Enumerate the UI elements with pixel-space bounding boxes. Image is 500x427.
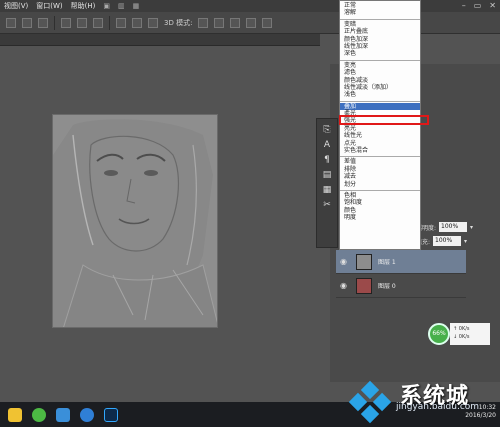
character-icon[interactable]: A (324, 140, 330, 150)
adjust-icon[interactable]: ✂ (323, 200, 331, 210)
file-explorer-icon[interactable] (8, 407, 22, 422)
menu-help[interactable]: 帮助(H) (71, 1, 96, 11)
menu-window[interactable]: 窗口(W) (36, 1, 62, 11)
blend-item[interactable]: 深色 (344, 50, 420, 57)
distribute-top-icon[interactable] (61, 17, 71, 28)
maximize-icon[interactable]: ▭ (474, 1, 482, 10)
minimize-icon[interactable]: – (462, 1, 466, 10)
blend-item[interactable]: 减去 (344, 173, 420, 180)
windows-logo-watermark (348, 380, 392, 424)
layer-name: 图层 0 (378, 283, 396, 290)
3d-scale-icon[interactable] (262, 17, 273, 28)
properties-icon[interactable]: ▦ (323, 185, 332, 195)
media-player-icon[interactable] (80, 407, 94, 422)
blend-item[interactable]: 饱和度 (344, 199, 420, 206)
distribute-bottom-icon[interactable] (93, 17, 103, 28)
blend-item[interactable]: 点光 (344, 140, 420, 147)
fill-row: 填充: 100% ▾ (416, 236, 467, 246)
blend-item[interactable]: 划分 (344, 181, 420, 188)
3d-pan-icon[interactable] (230, 17, 241, 28)
tool-presets-icon[interactable]: ▤ (323, 170, 332, 180)
document-tab-bar[interactable] (0, 34, 320, 46)
window-controls: – ▭ ✕ (462, 1, 496, 10)
speed-percent: 66% (428, 323, 450, 345)
blend-group-lighten: 变亮 滤色 颜色减淡 线性减淡（添加） 浅色 (340, 61, 420, 102)
paragraph-icon[interactable]: ¶ (324, 155, 330, 165)
divider (54, 15, 55, 30)
blend-item[interactable]: 实色混合 (344, 147, 420, 154)
blend-group-darken: 变暗 正片叠底 颜色加深 线性加深 深色 (340, 20, 420, 61)
clock-time: 10:32 (478, 404, 496, 411)
collapsed-panel-strip: ⎘ A ¶ ▤ ▦ ✂ (316, 118, 338, 248)
fill-input[interactable]: 100% (433, 236, 462, 246)
document-canvas[interactable] (52, 114, 218, 328)
icon-a[interactable]: ▣ (103, 2, 110, 10)
upload-speed: 0K/s (458, 326, 470, 332)
chevron-down-icon[interactable]: ▾ (470, 224, 473, 231)
close-icon[interactable]: ✕ (489, 1, 496, 10)
blend-item-overlay[interactable]: 叠加 (340, 102, 420, 111)
blend-item[interactable]: 明度 (344, 214, 420, 221)
blend-item[interactable]: 强光 (344, 117, 420, 124)
network-speed-widget[interactable]: 66% ↑ 0K/s ↓ 0K/s (428, 320, 500, 348)
speed-stats: ↑ 0K/s ↓ 0K/s (450, 323, 490, 345)
blend-group-inversion: 差值 排除 减去 划分 (340, 157, 420, 191)
clock-date: 2016/3/20 (465, 412, 496, 419)
blend-item[interactable]: 颜色加深 (344, 36, 420, 43)
blend-item[interactable]: 线性光 (344, 132, 420, 139)
blend-item[interactable]: 正片叠底 (344, 28, 420, 35)
layer-thumbnail (356, 277, 372, 294)
blend-item[interactable]: 浅色 (344, 91, 420, 98)
align-center-icon[interactable] (22, 17, 32, 28)
portrait-image (53, 115, 217, 327)
opacity-input[interactable]: 100% (439, 222, 468, 232)
distribute-right-icon[interactable] (132, 17, 142, 28)
blend-item[interactable]: 滤色 (344, 69, 420, 76)
3d-slide-icon[interactable] (246, 17, 257, 28)
blend-group-normal: 正常 溶解 (340, 1, 420, 20)
options-bar: 3D 模式: (0, 12, 500, 34)
icon-b[interactable]: ▥ (118, 2, 125, 10)
align-left-icon[interactable] (6, 17, 16, 28)
blend-item[interactable]: 颜色减淡 (344, 77, 420, 84)
visibility-eye-icon[interactable]: ◉ (340, 281, 350, 290)
3d-roll-icon[interactable] (214, 17, 225, 28)
icon-c[interactable]: ▦ (133, 2, 140, 10)
chevron-down-icon[interactable]: ▾ (464, 238, 467, 245)
menu-view[interactable]: 视图(V) (4, 1, 28, 11)
menu-bar: 视图(V) 窗口(W) 帮助(H) ▣ ▥ ▦ (0, 0, 500, 12)
distribute-middle-icon[interactable] (77, 17, 87, 28)
blend-item[interactable]: 溶解 (344, 9, 420, 16)
visibility-eye-icon[interactable]: ◉ (340, 257, 350, 266)
blend-mode-dropdown: 正常 溶解 变暗 正片叠底 颜色加深 线性加深 深色 变亮 滤色 颜色减淡 线性… (339, 0, 421, 250)
distribute-left-icon[interactable] (116, 17, 126, 28)
layer-item[interactable]: ◉ 图层 1 (336, 250, 466, 274)
layer-thumbnail (356, 253, 372, 270)
blend-group-component: 色相 饱和度 颜色 明度 (340, 191, 420, 224)
download-speed: 0K/s (458, 334, 470, 340)
history-icon[interactable]: ⎘ (323, 125, 330, 135)
align-right-icon[interactable] (38, 17, 48, 28)
layer-name: 图层 1 (378, 259, 396, 266)
layer-item[interactable]: ◉ 图层 0 (336, 274, 466, 298)
blend-group-contrast: 叠加 柔光 强光 亮光 线性光 点光 实色混合 (340, 102, 420, 158)
3d-mode-label: 3D 模式: (164, 18, 193, 27)
auto-align-icon[interactable] (148, 17, 158, 28)
browser-icon[interactable] (32, 407, 46, 422)
blend-item[interactable]: 差值 (344, 158, 420, 165)
opacity-row: 透明度: 100% ▾ (416, 222, 473, 232)
3d-rotate-icon[interactable] (198, 17, 209, 28)
divider (109, 15, 110, 30)
photos-icon[interactable] (56, 407, 70, 422)
photoshop-icon[interactable] (104, 407, 118, 422)
system-clock[interactable]: 10:32 2016/3/20 (440, 404, 496, 420)
